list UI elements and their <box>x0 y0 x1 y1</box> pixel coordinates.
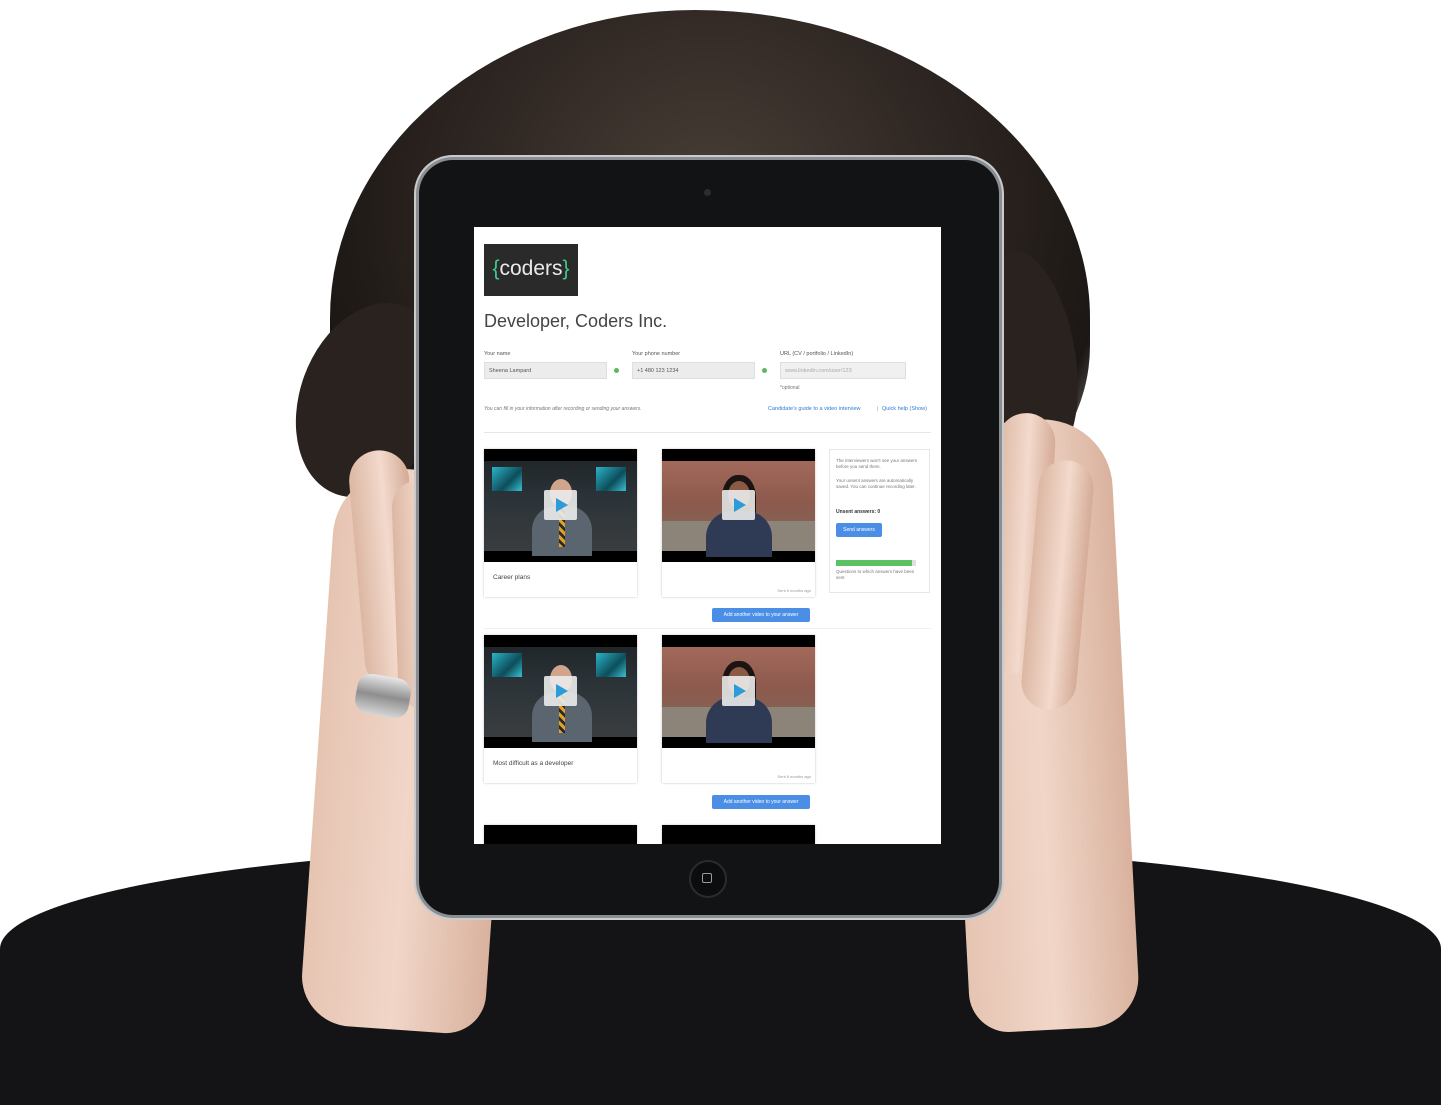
phone-field[interactable]: +1 480 123 1234 <box>632 362 755 379</box>
answer-card: Sent 6 months ago <box>662 635 815 783</box>
notice-text: Your unsent answers are automatically sa… <box>836 478 916 489</box>
name-label: Your name <box>484 351 511 357</box>
link-separator: | <box>877 406 879 412</box>
video-thumbnail[interactable] <box>484 825 637 844</box>
answer-card: Sent 6 months ago <box>662 449 815 597</box>
quick-help-link[interactable]: Quick help (Show) <box>882 406 927 412</box>
send-panel: The interviewers won't see your answers … <box>829 449 930 593</box>
sent-meta: Sent 6 months ago <box>777 774 811 779</box>
name-field[interactable]: Sheena Lampard <box>484 362 607 379</box>
phone-valid-icon <box>762 368 767 373</box>
video-thumbnail[interactable] <box>662 449 815 562</box>
wall-art <box>596 467 626 491</box>
progress-bar <box>836 560 916 566</box>
play-icon[interactable] <box>722 676 755 706</box>
tablet-device: {coders} Developer, Coders Inc. Your nam… <box>419 160 999 915</box>
sent-meta: Sent 6 months ago <box>777 588 811 593</box>
answer-card: Career plans <box>484 449 637 597</box>
add-video-button[interactable]: Add another video to your answer <box>712 795 810 809</box>
logo-text: coders <box>499 257 563 280</box>
question-title: Most difficult as a developer <box>493 760 574 767</box>
phone-label: Your phone number <box>632 351 681 357</box>
video-thumbnail[interactable] <box>484 635 637 748</box>
video-thumbnail[interactable] <box>662 635 815 748</box>
answer-card: Most difficult as a developer <box>484 635 637 783</box>
logo-brace-close: } <box>562 257 570 280</box>
home-button-icon[interactable] <box>689 860 727 898</box>
video-thumbnail[interactable] <box>484 449 637 562</box>
divider <box>484 432 931 433</box>
add-video-button[interactable]: Add another video to your answer <box>712 608 810 622</box>
tablet-screen: {coders} Developer, Coders Inc. Your nam… <box>474 227 941 844</box>
candidate-guide-link[interactable]: Candidate's guide to a video interview <box>768 406 860 412</box>
camera-icon <box>704 189 711 196</box>
video-thumbnail[interactable] <box>662 825 815 844</box>
wall-art <box>492 653 522 677</box>
url-hint: *optional <box>780 385 800 391</box>
fill-note: You can fill in your information after r… <box>484 406 642 412</box>
page-title: Developer, Coders Inc. <box>484 311 668 331</box>
url-field[interactable]: www.linkedin.com/user/123 <box>780 362 906 379</box>
divider <box>484 628 931 629</box>
send-answers-button[interactable]: Send answers <box>836 523 882 537</box>
name-valid-icon <box>614 368 619 373</box>
play-icon[interactable] <box>722 490 755 520</box>
question-title: Career plans <box>493 574 531 581</box>
wall-art <box>492 467 522 491</box>
progress-caption: Questions to which answers have been sen… <box>836 569 915 580</box>
notice-text: The interviewers won't see your answers … <box>836 458 918 469</box>
coders-logo: {coders} <box>484 244 578 296</box>
wall-art <box>596 653 626 677</box>
unsent-count: Unsent answers: 0 <box>836 509 881 515</box>
play-icon[interactable] <box>544 676 577 706</box>
play-icon[interactable] <box>544 490 577 520</box>
url-label: URL (CV / portfolio / LinkedIn) <box>780 351 854 357</box>
progress-fill <box>836 560 912 566</box>
